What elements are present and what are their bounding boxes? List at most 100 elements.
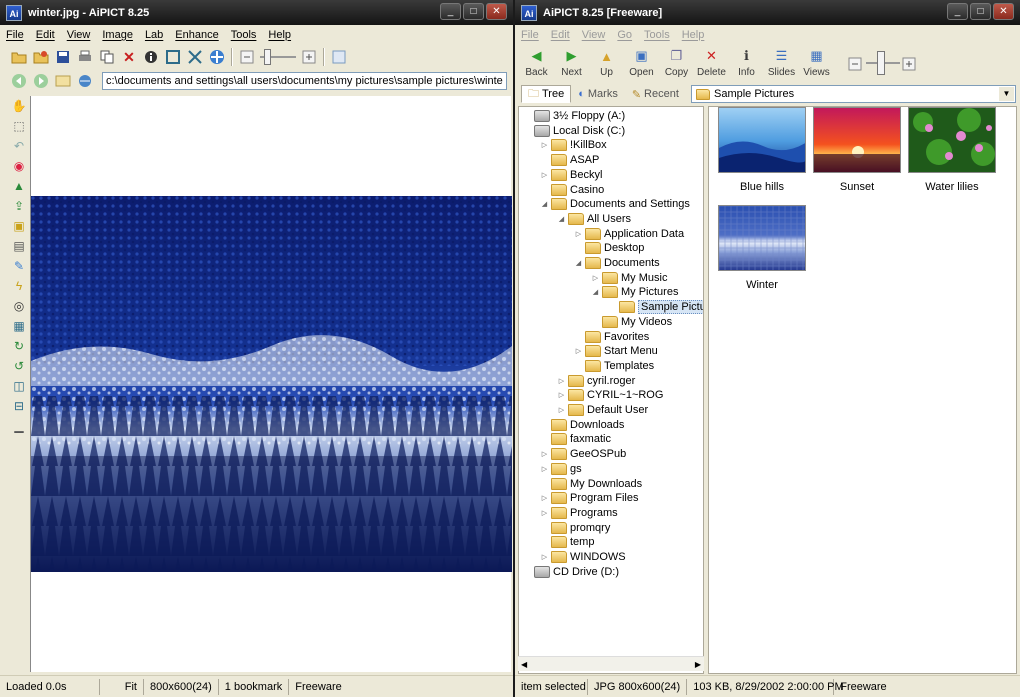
- slides-button[interactable]: ☰ Slides: [764, 45, 799, 78]
- lightning-icon[interactable]: ϟ: [10, 277, 28, 295]
- views-button[interactable]: ▦ Views: [799, 45, 834, 78]
- folder-dropdown[interactable]: Sample Pictures ▼: [691, 85, 1016, 103]
- tree-item[interactable]: ▷ cyril.roger: [557, 374, 635, 388]
- left-menu-view[interactable]: View: [61, 29, 97, 41]
- expand-toggle-icon[interactable]: ▷: [557, 406, 566, 414]
- expand-toggle-icon[interactable]: ▷: [540, 141, 549, 149]
- tree-item[interactable]: promqry: [540, 521, 610, 535]
- right-menu-tools[interactable]: Tools: [638, 29, 676, 41]
- tree-item[interactable]: ASAP: [540, 153, 599, 167]
- undo-icon[interactable]: ↶: [10, 137, 28, 155]
- expand-toggle-icon[interactable]: ▷: [540, 494, 549, 502]
- left-menu-tools[interactable]: Tools: [225, 29, 263, 41]
- right-menu-edit[interactable]: Edit: [545, 29, 576, 41]
- flip-vertical-icon[interactable]: ⊟: [10, 397, 28, 415]
- maximize-button[interactable]: □: [463, 3, 484, 20]
- right-menu-go[interactable]: Go: [611, 29, 638, 41]
- film-icon[interactable]: ▦: [10, 317, 28, 335]
- close-button[interactable]: ✕: [486, 3, 507, 20]
- tree-item[interactable]: Sample Pictures: [608, 300, 703, 315]
- right-menu-file[interactable]: File: [515, 29, 545, 41]
- tree-item[interactable]: CD Drive (D:): [523, 565, 619, 579]
- tree-item[interactable]: Desktop: [574, 241, 644, 255]
- expand-toggle-icon[interactable]: ◢: [574, 259, 583, 267]
- tree-item[interactable]: ▷ gs: [540, 462, 582, 476]
- expand-toggle-icon[interactable]: ▷: [540, 450, 549, 458]
- tree-item[interactable]: ▷ Application Data: [574, 227, 684, 241]
- forward-icon[interactable]: [30, 70, 52, 92]
- right-menu-view[interactable]: View: [576, 29, 612, 41]
- expand-toggle-icon[interactable]: ▷: [540, 509, 549, 517]
- info-button[interactable]: ℹ Info: [729, 45, 764, 78]
- left-menu-lab[interactable]: Lab: [139, 29, 169, 41]
- left-menu-help[interactable]: Help: [262, 29, 297, 41]
- thumb-size-control[interactable]: [848, 50, 918, 76]
- save-icon[interactable]: [52, 46, 74, 68]
- tree-item[interactable]: ▷ !KillBox: [540, 138, 607, 152]
- expand-toggle-icon[interactable]: ▷: [574, 347, 583, 355]
- tree-item[interactable]: ▷ Start Menu: [574, 344, 658, 358]
- maximize-button[interactable]: □: [970, 3, 991, 20]
- next-button[interactable]: ▶ Next: [554, 45, 589, 78]
- info-icon[interactable]: [140, 46, 162, 68]
- hill-icon[interactable]: ▲: [10, 177, 28, 195]
- slideshow-icon[interactable]: [328, 46, 350, 68]
- tree-item[interactable]: ◢ All Users: [557, 212, 631, 226]
- upload-icon[interactable]: ⇪: [10, 197, 28, 215]
- zoom-in-icon[interactable]: [298, 46, 320, 68]
- expand-toggle-icon[interactable]: ▷: [540, 465, 549, 473]
- tree-item[interactable]: Favorites: [574, 330, 649, 344]
- tree-item[interactable]: ▷ Programs: [540, 506, 618, 520]
- thumbnail-sunset[interactable]: Sunset: [812, 107, 902, 193]
- tree-item[interactable]: faxmatic: [540, 432, 611, 446]
- scroll-right-icon[interactable]: ▶: [695, 660, 701, 669]
- tree-item[interactable]: My Videos: [591, 315, 672, 329]
- tree-item[interactable]: ◢ Documents and Settings: [540, 197, 690, 211]
- expand-toggle-icon[interactable]: ▷: [591, 274, 600, 282]
- delete-icon[interactable]: ✕: [118, 46, 140, 68]
- path-input[interactable]: [102, 72, 507, 90]
- hand-icon[interactable]: ✋: [10, 97, 28, 115]
- right-menu-help[interactable]: Help: [676, 29, 711, 41]
- tree-item[interactable]: ▷ Program Files: [540, 491, 638, 505]
- expand-toggle-icon[interactable]: ▷: [557, 391, 566, 399]
- eye-icon[interactable]: ◎: [10, 297, 28, 315]
- expand-toggle-icon[interactable]: ◢: [540, 200, 549, 208]
- tab-recent[interactable]: ✎ Recent: [625, 85, 686, 103]
- folder-open-icon[interactable]: [8, 46, 30, 68]
- tree-item[interactable]: ◢ My Pictures: [591, 285, 678, 299]
- copy-button[interactable]: ❐ Copy: [659, 45, 694, 78]
- minimize-button[interactable]: _: [440, 3, 461, 20]
- expand-toggle-icon[interactable]: ◢: [557, 215, 566, 223]
- zoom-out-icon[interactable]: [236, 46, 258, 68]
- delete-button[interactable]: ✕ Delete: [694, 45, 729, 78]
- folder-tree[interactable]: 3½ Floppy (A:) Local Disk (C:) ▷ !KillBox AS…: [518, 106, 704, 674]
- tab-marks[interactable]: ◐ Marks: [571, 85, 625, 103]
- tree-item[interactable]: ▷ Default User: [557, 403, 648, 417]
- back-icon[interactable]: [8, 70, 30, 92]
- list-icon[interactable]: [52, 70, 74, 92]
- up-button[interactable]: ▲ Up: [589, 45, 624, 79]
- tree-item[interactable]: ▷ My Music: [591, 271, 667, 285]
- color-wheel-icon[interactable]: ◉: [10, 157, 28, 175]
- viewer-title-bar[interactable]: Ai winter.jpg - AiPICT 8.25 _ □ ✕: [0, 0, 513, 25]
- expand-toggle-icon[interactable]: ▷: [574, 230, 583, 238]
- tree-item[interactable]: Casino: [540, 183, 604, 197]
- minimize-button[interactable]: _: [947, 3, 968, 20]
- expand-toggle-icon[interactable]: ◢: [591, 288, 600, 296]
- expand-toggle-icon[interactable]: ▷: [540, 171, 549, 179]
- thumbnail-winter[interactable]: Winter: [717, 205, 807, 291]
- tab-tree[interactable]: 🗀 Tree: [521, 85, 572, 103]
- tree-horizontal-scrollbar[interactable]: ◀ ▶: [518, 656, 704, 671]
- rotate-left-icon[interactable]: ↺: [10, 357, 28, 375]
- rotate-right-icon[interactable]: ↻: [10, 337, 28, 355]
- scroll-left-icon[interactable]: ◀: [521, 660, 527, 669]
- tree-item[interactable]: temp: [540, 535, 594, 549]
- gradient-icon[interactable]: ▤: [10, 237, 28, 255]
- zoom-icon[interactable]: [184, 46, 206, 68]
- browser-title-bar[interactable]: Ai AiPICT 8.25 [Freeware] _ □ ✕: [515, 0, 1020, 25]
- fit-icon[interactable]: [162, 46, 184, 68]
- left-menu-image[interactable]: Image: [96, 29, 139, 41]
- open-file-icon[interactable]: [30, 46, 52, 68]
- wand-icon[interactable]: ✎: [10, 257, 28, 275]
